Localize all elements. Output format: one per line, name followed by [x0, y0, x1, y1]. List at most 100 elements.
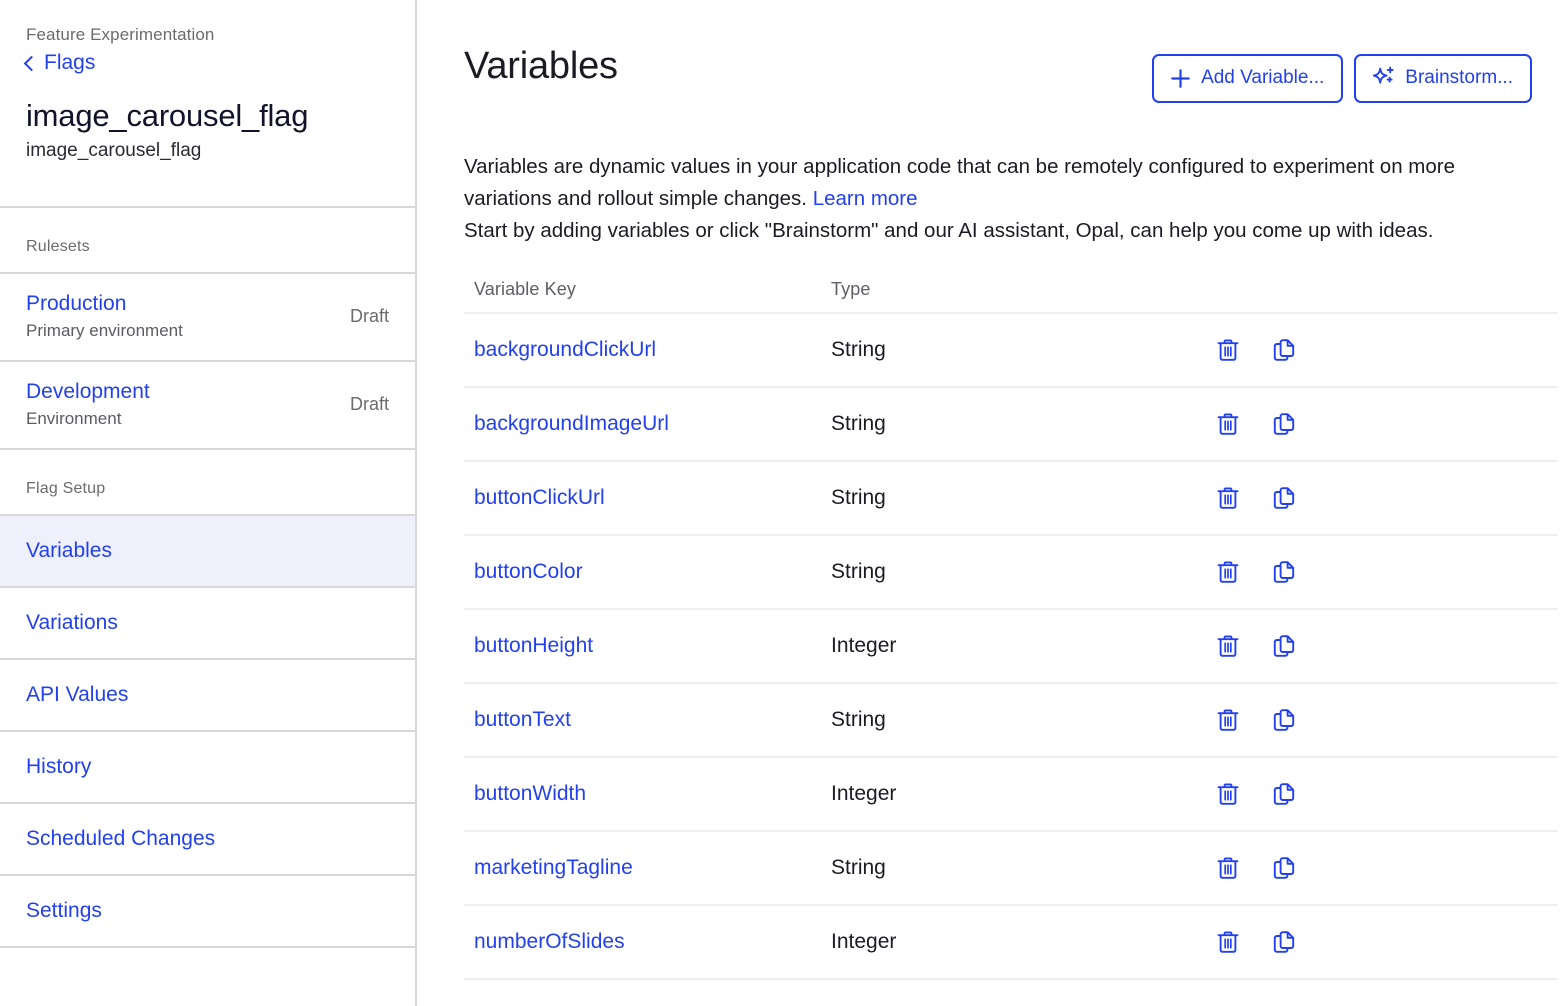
rulesets-section-label: Rulesets: [26, 238, 90, 255]
sidebar-item-label: Scheduled Changes: [26, 827, 216, 850]
table-cell-type: Integer: [831, 928, 1211, 956]
duplicate-variable-button[interactable]: [1267, 481, 1301, 515]
add-variable-button[interactable]: Add Variable...: [1152, 54, 1344, 103]
table-row: buttonClickUrl String: [464, 462, 1557, 536]
table-row: buttonText String: [464, 684, 1557, 758]
ruleset-row-development[interactable]: Development Environment Draft: [0, 362, 415, 450]
duplicate-icon: [1270, 928, 1298, 956]
sidebar-item-variations[interactable]: Variations: [0, 588, 415, 660]
flag-title: image_carousel_flag: [26, 98, 309, 133]
add-variable-label: Add Variable...: [1201, 67, 1325, 88]
app-root: Feature Experimentation Flags image_caro…: [0, 0, 1564, 1006]
ruleset-status-badge: Draft: [349, 305, 389, 326]
table-cell-type: Integer: [831, 780, 1211, 808]
sidebar-item-api-values[interactable]: API Values: [0, 660, 415, 732]
chevron-left-icon: [23, 55, 40, 71]
table-cell-type: String: [831, 706, 1211, 734]
delete-variable-button[interactable]: [1211, 407, 1245, 441]
variable-type-value: String: [831, 338, 886, 361]
ruleset-description: Primary environment: [26, 321, 183, 340]
duplicate-variable-button[interactable]: [1267, 629, 1301, 663]
delete-icon: [1214, 484, 1242, 512]
duplicate-icon: [1270, 854, 1298, 882]
sidebar-item-settings[interactable]: Settings: [0, 876, 415, 948]
delete-icon: [1214, 336, 1242, 364]
table-cell-variable-key: backgroundClickUrl: [474, 336, 831, 364]
delete-variable-button[interactable]: [1211, 703, 1245, 737]
variable-type-value: String: [831, 412, 886, 435]
sidebar-item-label: Variables: [26, 539, 112, 562]
sidebar-item-scheduled-changes[interactable]: Scheduled Changes: [0, 804, 415, 876]
table-cell-actions: [1211, 777, 1557, 811]
table-cell-variable-key: backgroundImageUrl: [474, 410, 831, 438]
duplicate-variable-button[interactable]: [1267, 333, 1301, 367]
delete-variable-button[interactable]: [1211, 333, 1245, 367]
variable-key-link[interactable]: buttonText: [474, 708, 571, 731]
variable-key-link[interactable]: buttonWidth: [474, 782, 586, 805]
table-row: buttonColor String: [464, 536, 1557, 610]
delete-icon: [1214, 558, 1242, 586]
table-cell-variable-key: buttonWidth: [474, 780, 831, 808]
ruleset-name[interactable]: Development: [26, 378, 150, 406]
table-cell-variable-key: numberOfSlides: [474, 928, 831, 956]
sidebar-item-label: Settings: [26, 899, 102, 922]
ruleset-description: Environment: [26, 409, 122, 428]
table-row: marketingTagline String: [464, 832, 1557, 906]
column-header-type: Type: [831, 279, 871, 299]
delete-icon: [1214, 706, 1242, 734]
variable-type-value: String: [831, 486, 886, 509]
table-cell-actions: [1211, 333, 1557, 367]
table-cell-variable-key: buttonHeight: [474, 632, 831, 660]
sidebar-item-history[interactable]: History: [0, 732, 415, 804]
flag-setup-section-label: Flag Setup: [26, 480, 106, 497]
duplicate-variable-button[interactable]: [1267, 407, 1301, 441]
delete-variable-button[interactable]: [1211, 555, 1245, 589]
table-cell-actions: [1211, 555, 1557, 589]
duplicate-variable-button[interactable]: [1267, 703, 1301, 737]
sidebar-item-variables[interactable]: Variables: [0, 516, 415, 588]
table-cell-type: Integer: [831, 632, 1211, 660]
variable-key-link[interactable]: buttonClickUrl: [474, 486, 605, 509]
table-row: buttonWidth Integer: [464, 758, 1557, 832]
variable-key-link[interactable]: backgroundImageUrl: [474, 412, 669, 435]
sidebar-item-label: Variations: [26, 611, 118, 634]
duplicate-variable-button[interactable]: [1267, 851, 1301, 885]
variable-key-link[interactable]: numberOfSlides: [474, 930, 625, 953]
duplicate-icon: [1270, 336, 1298, 364]
delete-variable-button[interactable]: [1211, 481, 1245, 515]
page-description: Variables are dynamic values in your app…: [464, 151, 1534, 247]
delete-variable-button[interactable]: [1211, 629, 1245, 663]
product-name: Feature Experimentation: [26, 25, 215, 44]
table-cell-variable-key: marketingTagline: [474, 854, 831, 882]
duplicate-variable-button[interactable]: [1267, 777, 1301, 811]
description-line-2: Start by adding variables or click "Brai…: [464, 219, 1434, 242]
table-row: buttonHeight Integer: [464, 610, 1557, 684]
table-cell-variable-key: buttonText: [474, 706, 831, 734]
duplicate-icon: [1270, 410, 1298, 438]
variable-key-link[interactable]: buttonColor: [474, 560, 583, 583]
variable-type-value: String: [831, 708, 886, 731]
table-cell-actions: [1211, 629, 1557, 663]
variable-key-link[interactable]: backgroundClickUrl: [474, 338, 656, 361]
duplicate-icon: [1270, 558, 1298, 586]
table-cell-variable-key: buttonColor: [474, 558, 831, 586]
plus-icon: [1169, 67, 1192, 90]
delete-variable-button[interactable]: [1211, 777, 1245, 811]
duplicate-variable-button[interactable]: [1267, 925, 1301, 959]
ruleset-name[interactable]: Production: [26, 290, 183, 318]
variable-key-link[interactable]: marketingTagline: [474, 856, 633, 879]
learn-more-link[interactable]: Learn more: [813, 187, 918, 210]
back-to-flags-label: Flags: [44, 51, 96, 74]
delete-variable-button[interactable]: [1211, 925, 1245, 959]
ruleset-row-production[interactable]: Production Primary environment Draft: [0, 274, 415, 362]
table-cell-type: String: [831, 336, 1211, 364]
brainstorm-button[interactable]: Brainstorm...: [1354, 54, 1532, 103]
variables-table: Variable Key Type backgroundClickUrl Str…: [464, 279, 1557, 980]
variable-key-link[interactable]: buttonHeight: [474, 634, 593, 657]
table-row: backgroundClickUrl String: [464, 314, 1557, 388]
page-header: Variables Add Variable... Brainstorm...: [464, 42, 1548, 103]
delete-icon: [1214, 928, 1242, 956]
delete-variable-button[interactable]: [1211, 851, 1245, 885]
duplicate-variable-button[interactable]: [1267, 555, 1301, 589]
back-to-flags-link[interactable]: Flags: [23, 49, 96, 77]
